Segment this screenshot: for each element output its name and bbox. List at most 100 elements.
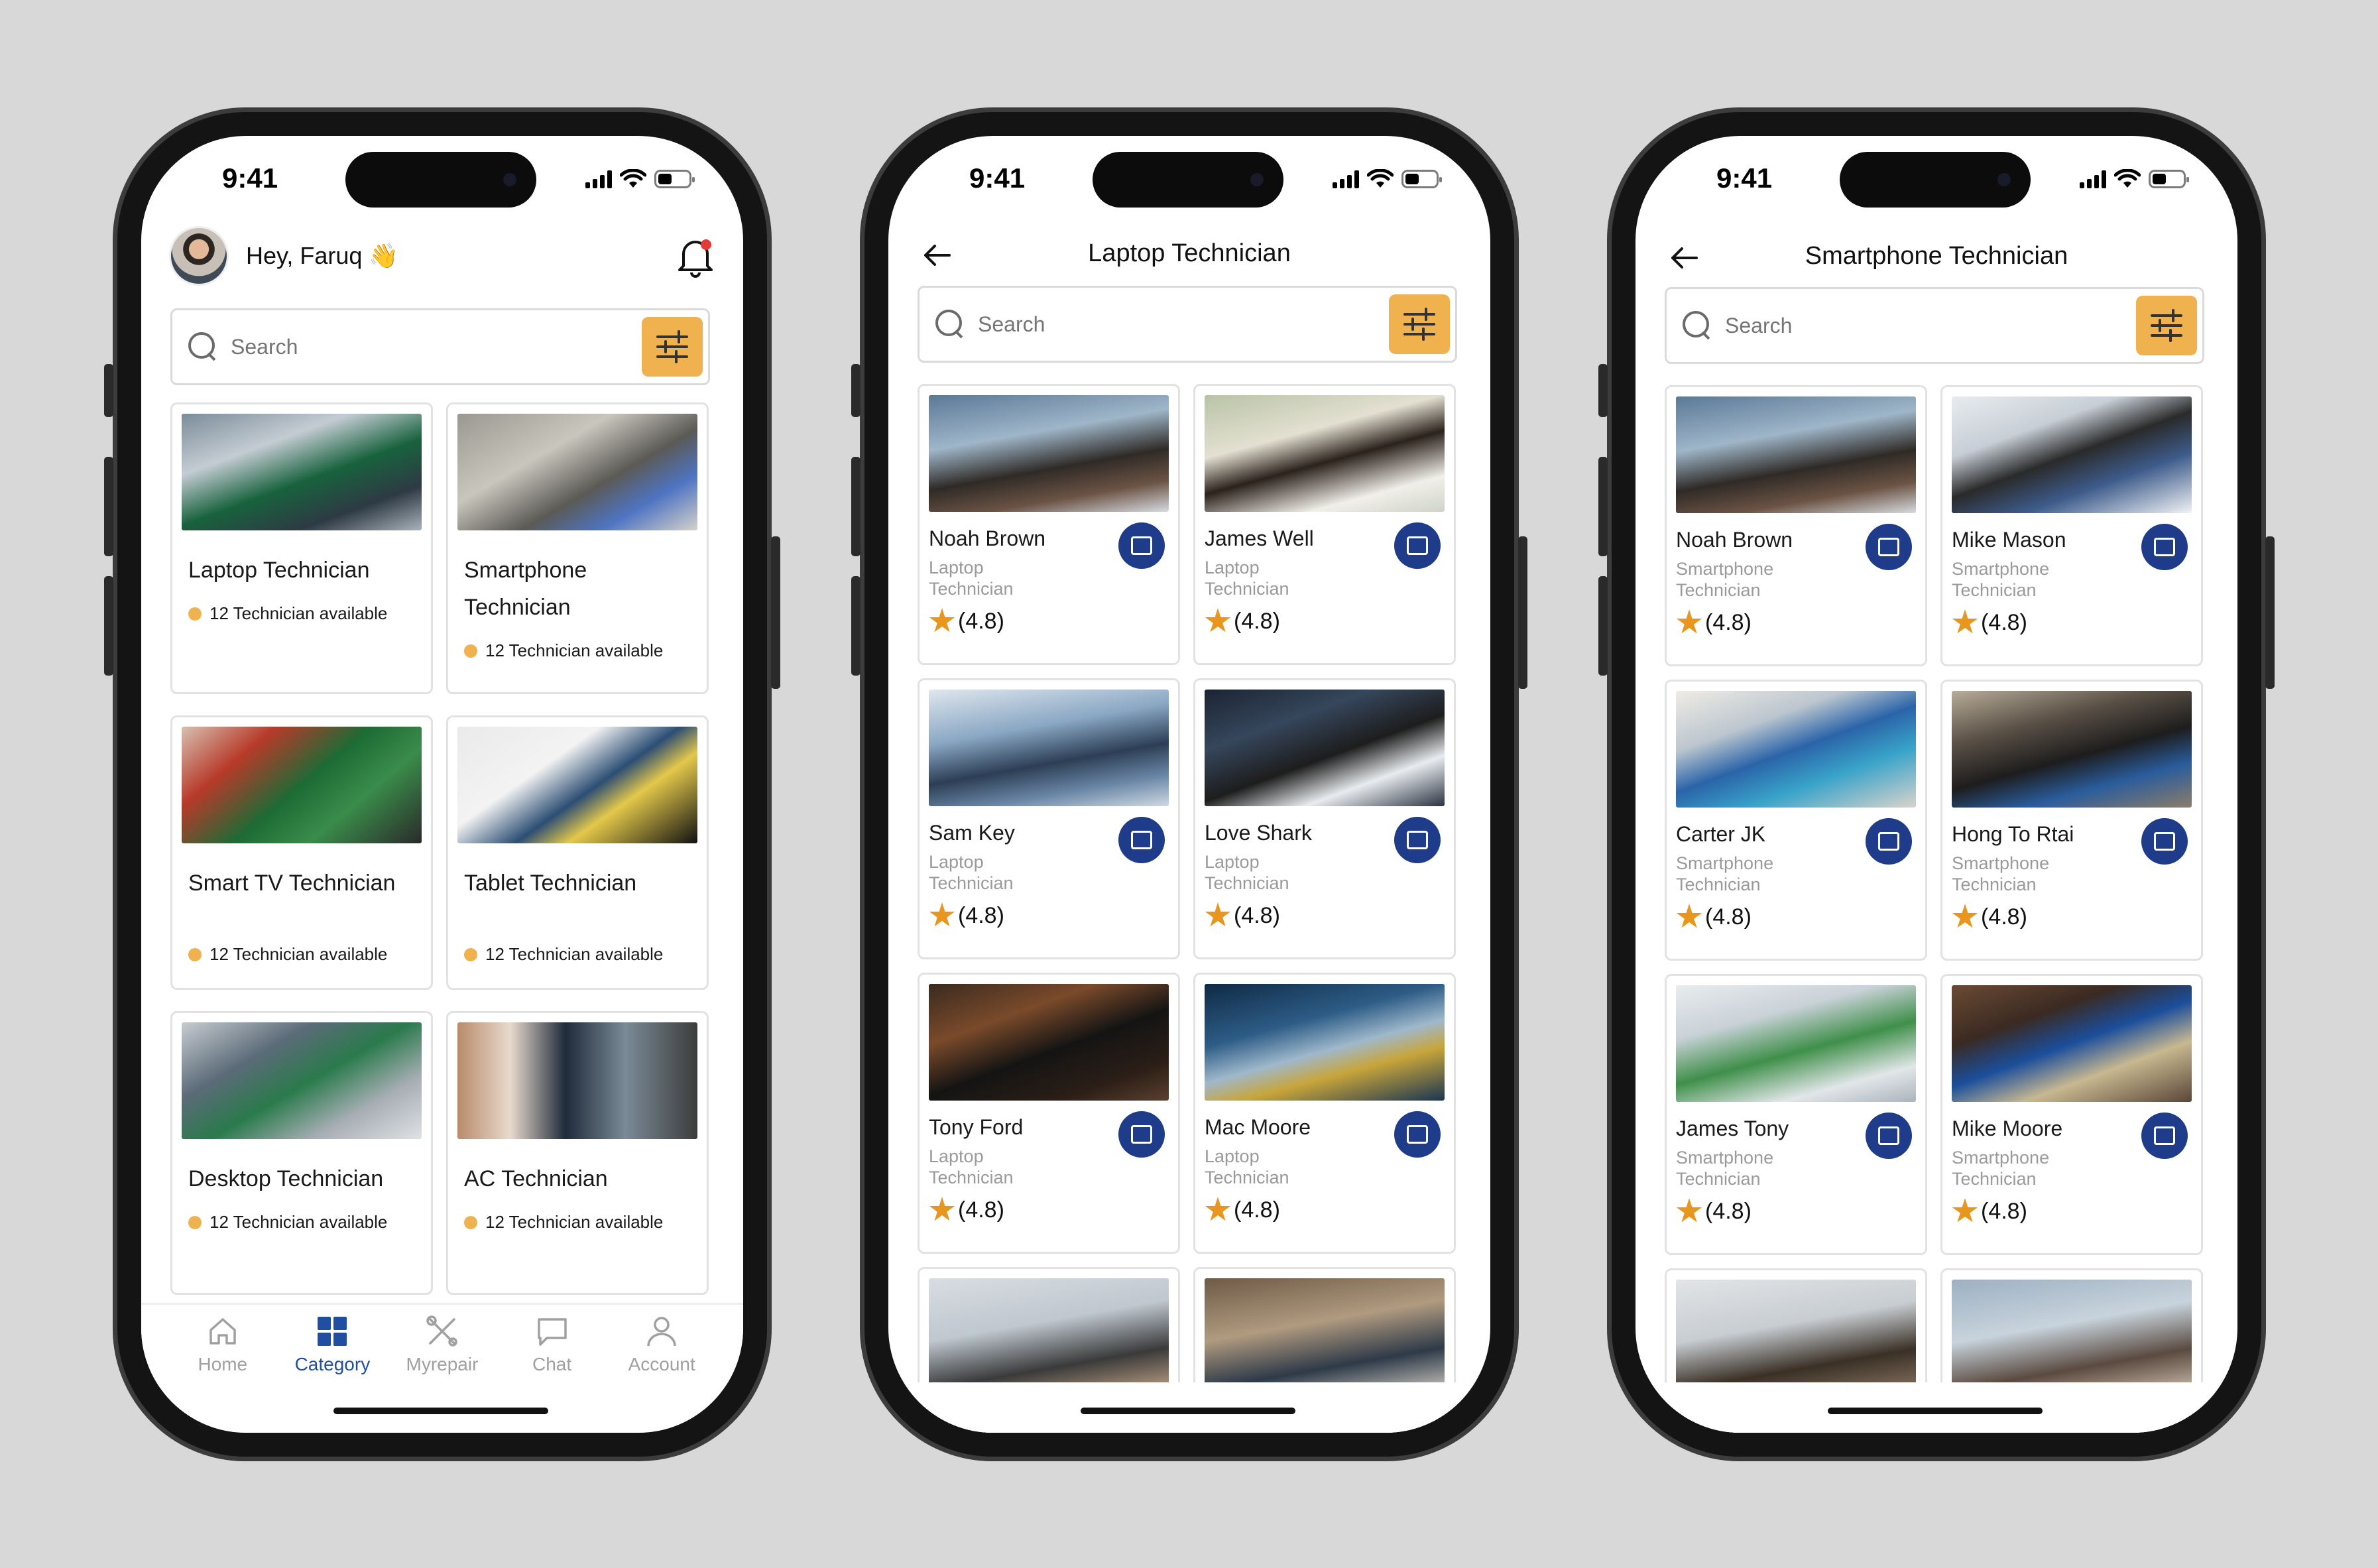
category-title: Smartphone Technician <box>464 558 587 620</box>
volume-up-button <box>104 457 113 556</box>
page-title: Laptop Technician <box>1088 239 1291 267</box>
tab-home[interactable]: Home <box>173 1313 272 1389</box>
technician-name: Hong To Rtai <box>1952 822 2074 846</box>
rating-value: (4.8) <box>1981 904 2027 930</box>
star-icon <box>929 1197 955 1221</box>
category-card-tablet[interactable]: Tablet Technician 12 Technician availabl… <box>446 715 709 990</box>
availability-dot <box>464 947 477 961</box>
side-button <box>1598 364 1608 417</box>
technician-name: Carter JK <box>1676 822 1766 846</box>
technician-rating: (4.8) <box>1952 904 2027 930</box>
tab-label: Chat <box>532 1354 572 1374</box>
technician-photo <box>1952 1280 2192 1396</box>
tab-label: Account <box>628 1354 695 1374</box>
rating-value: (4.8) <box>1234 608 1280 634</box>
circuit-board-photo <box>182 727 422 843</box>
search-bar[interactable]: Search <box>918 286 1457 363</box>
filter-button[interactable] <box>2136 296 2197 355</box>
category-card-smart-tv[interactable]: Smart TV Technician 12 Technician availa… <box>170 715 433 990</box>
availability: 12 Technician available <box>464 640 663 661</box>
chat-button[interactable] <box>1394 817 1441 863</box>
star-icon <box>1676 609 1702 634</box>
status-time: 9:41 <box>222 162 278 194</box>
chat-button[interactable] <box>2141 818 2188 865</box>
bottom-tab-bar: Home Category Myrepair Chat Account <box>141 1303 743 1389</box>
chat-button[interactable] <box>2141 1113 2188 1159</box>
technician-photo <box>1952 985 2192 1102</box>
technician-card[interactable]: Noah Brown Smartphone Technician (4.8) <box>1665 385 1927 666</box>
power-button <box>2265 536 2275 689</box>
tab-label: Home <box>198 1354 248 1374</box>
technician-card[interactable]: Noah Brown Laptop Technician (4.8) <box>918 384 1180 665</box>
page-title: Smartphone Technician <box>1805 242 2068 270</box>
availability-text: 12 Technician available <box>209 1212 388 1232</box>
technician-photo <box>1952 396 2192 513</box>
search-bar[interactable]: Search <box>170 308 710 385</box>
technician-rating: (4.8) <box>1676 1198 1752 1225</box>
tab-category[interactable]: Category <box>282 1313 382 1389</box>
laptop-repair-photo <box>182 414 422 530</box>
rating-value: (4.8) <box>1705 904 1752 930</box>
technician-card[interactable]: James Tony Smartphone Technician (4.8) <box>1665 974 1927 1255</box>
chat-button[interactable] <box>1394 1111 1441 1158</box>
technician-card[interactable]: Sam Key Laptop Technician (4.8) <box>918 678 1180 959</box>
technician-card[interactable]: Tony Ford Laptop Technician (4.8) <box>918 973 1180 1254</box>
search-placeholder: Search <box>231 334 298 359</box>
star-icon <box>1205 608 1231 633</box>
category-card-laptop[interactable]: Laptop Technician 12 Technician availabl… <box>170 402 433 694</box>
chat-button[interactable] <box>1118 522 1165 569</box>
technician-card[interactable]: Hong To Rtai Smartphone Technician (4.8) <box>1940 680 2203 961</box>
technician-photo <box>1676 691 1916 808</box>
rating-value: (4.8) <box>1234 902 1280 928</box>
technician-photo <box>1676 396 1916 513</box>
technician-card[interactable]: Carter JK Smartphone Technician (4.8) <box>1665 680 1927 961</box>
rating-value: (4.8) <box>1981 1198 2027 1224</box>
chat-button[interactable] <box>1118 1111 1165 1158</box>
technician-card[interactable]: James Well Laptop Technician (4.8) <box>1193 384 1456 665</box>
technician-name: James Well <box>1205 526 1314 550</box>
technician-name: Mike Moore <box>1952 1116 2063 1140</box>
technician-card[interactable]: Mac Moore Laptop Technician (4.8) <box>1193 973 1456 1254</box>
technician-name: Noah Brown <box>929 526 1046 550</box>
avatar[interactable] <box>169 226 229 286</box>
search-bar[interactable]: Search <box>1665 287 2204 364</box>
technician-photo <box>1205 984 1445 1101</box>
chat-button[interactable] <box>2141 524 2188 570</box>
search-placeholder: Search <box>1725 313 1793 337</box>
star-icon <box>1952 1198 1978 1223</box>
chat-button[interactable] <box>1394 522 1441 569</box>
chat-button[interactable] <box>1118 817 1165 863</box>
battery-icon <box>654 170 695 188</box>
filter-button[interactable] <box>642 317 703 377</box>
technician-card[interactable]: Mike Mason Smartphone Technician (4.8) <box>1940 385 2203 666</box>
category-card-ac[interactable]: AC Technician 12 Technician available <box>446 1011 709 1295</box>
dynamic-island <box>1840 152 2031 208</box>
filter-button[interactable] <box>1389 294 1450 354</box>
sliders-icon <box>2151 309 2182 342</box>
smartphone-repair-photo <box>457 414 697 530</box>
availability: 12 Technician available <box>464 1212 663 1233</box>
category-title: Laptop Technician <box>188 558 370 583</box>
chat-button[interactable] <box>1866 1113 1912 1159</box>
technician-card[interactable]: Love Shark Laptop Technician (4.8) <box>1193 678 1456 959</box>
rating-value: (4.8) <box>1234 1197 1280 1223</box>
rating-value: (4.8) <box>958 608 1004 634</box>
technician-rating: (4.8) <box>1205 1197 1280 1223</box>
tab-chat[interactable]: Chat <box>503 1313 602 1389</box>
volume-up-button <box>851 457 861 556</box>
technician-card[interactable]: Mike Moore Smartphone Technician (4.8) <box>1940 974 2203 1255</box>
volume-down-button <box>104 576 113 676</box>
tab-myrepair[interactable]: Myrepair <box>392 1313 492 1389</box>
tablet-repair-photo <box>457 727 697 843</box>
chat-button[interactable] <box>1866 524 1912 570</box>
technician-photo <box>929 1278 1169 1395</box>
bell-icon[interactable] <box>676 235 715 278</box>
category-card-desktop[interactable]: Desktop Technician 12 Technician availab… <box>170 1011 433 1295</box>
tools-icon <box>426 1315 457 1347</box>
category-card-smartphone[interactable]: Smartphone Technician 12 Technician avai… <box>446 402 709 694</box>
dynamic-island <box>1093 152 1283 208</box>
availability: 12 Technician available <box>188 1212 387 1233</box>
chat-button[interactable] <box>1866 818 1912 865</box>
tab-account[interactable]: Account <box>612 1313 711 1389</box>
technician-rating: (4.8) <box>1952 1198 2027 1225</box>
